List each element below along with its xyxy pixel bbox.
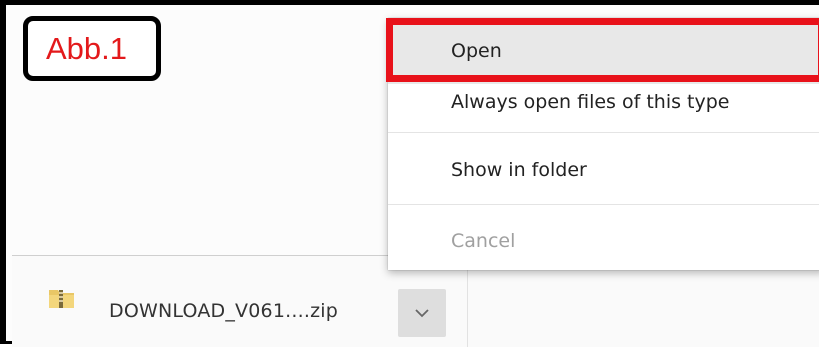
menu-item-open[interactable]: Open [388, 20, 819, 84]
zip-folder-icon[interactable] [48, 286, 76, 310]
menu-separator [388, 204, 819, 205]
download-options-button[interactable] [398, 289, 446, 337]
chevron-down-icon [415, 309, 429, 318]
menu-separator [388, 132, 819, 133]
screenshot-frame: Abb.1 DOWNLOAD_V061....zip Open Always o… [0, 0, 819, 347]
menu-item-always-open[interactable]: Always open files of this type [388, 82, 819, 126]
download-file-name[interactable]: DOWNLOAD_V061....zip [109, 300, 338, 322]
figure-label: Abb.1 [23, 16, 161, 81]
menu-item-cancel[interactable]: Cancel [388, 218, 819, 270]
menu-item-show-in-folder[interactable]: Show in folder [388, 146, 819, 204]
download-context-menu: Open Always open files of this type Show… [388, 18, 819, 270]
